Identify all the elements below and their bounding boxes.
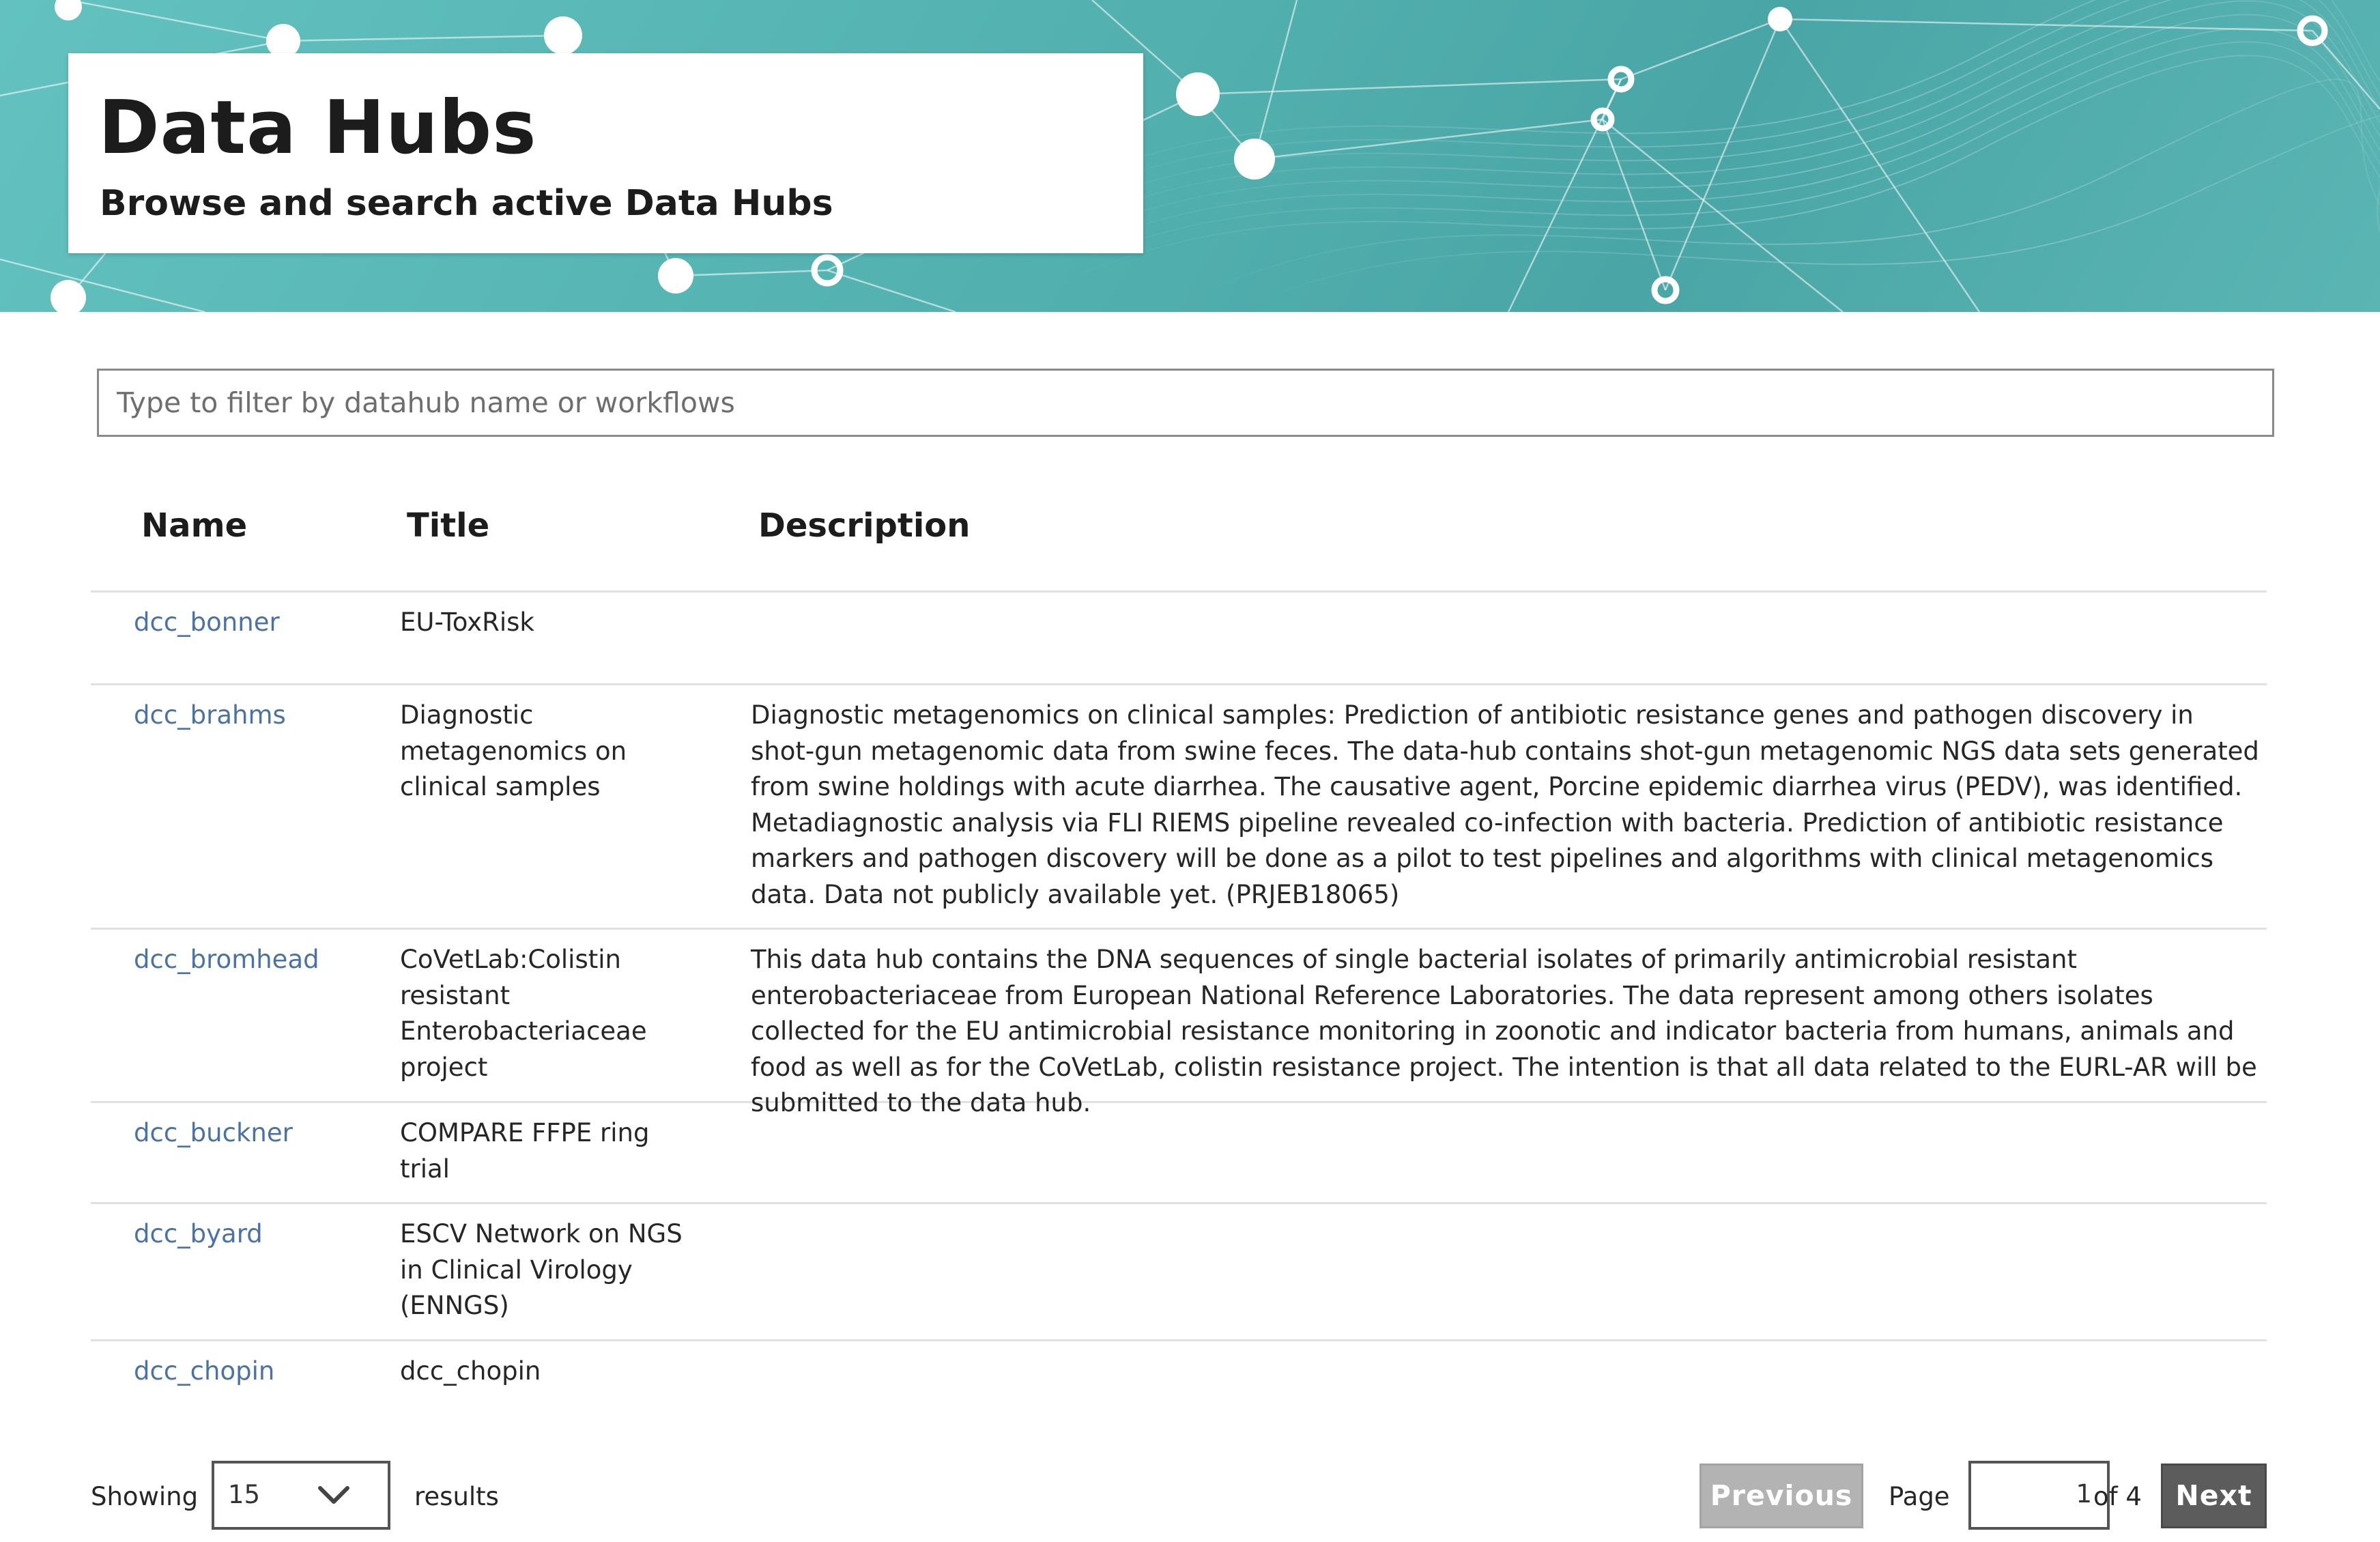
datahub-name-link[interactable]: dcc_chopin bbox=[134, 1356, 274, 1386]
datahubs-table: Name Title Description dcc_bonner EU-Tox… bbox=[91, 471, 2267, 1410]
table-row: dcc_byard ESCV Network on NGS in Clinica… bbox=[91, 1204, 2267, 1341]
table-row: dcc_chopin dcc_chopin bbox=[91, 1341, 2267, 1410]
datahub-name-link[interactable]: dcc_brahms bbox=[134, 700, 286, 730]
table-header: Name Title Description bbox=[91, 471, 2267, 592]
datahub-name-link[interactable]: dcc_bonner bbox=[134, 608, 280, 637]
page-title: Data Hubs bbox=[98, 85, 537, 171]
datahub-title: Diagnostic metagenomics on clinical samp… bbox=[400, 700, 627, 801]
chevron-down-icon bbox=[318, 1486, 349, 1504]
page-header-card: Data Hubs Browse and search active Data … bbox=[68, 53, 1143, 253]
page-number-input[interactable]: 1 bbox=[1968, 1461, 2110, 1530]
page-size-value: 15 bbox=[228, 1480, 261, 1509]
datahub-name-link[interactable]: dcc_bromhead bbox=[134, 945, 319, 974]
hero-banner: Data Hubs Browse and search active Data … bbox=[0, 0, 2380, 312]
table-row: dcc_bonner EU-ToxRisk bbox=[91, 592, 2267, 685]
page-label: Page bbox=[1889, 1482, 1950, 1511]
datahub-title: ESCV Network on NGS in Clinical Virology… bbox=[400, 1219, 683, 1320]
datahub-title: CoVetLab:Colistin resistant Enterobacter… bbox=[400, 945, 647, 1082]
previous-page-button[interactable]: Previous bbox=[1700, 1464, 1863, 1528]
datahub-title: EU-ToxRisk bbox=[400, 608, 534, 637]
datahub-filter-input[interactable] bbox=[97, 369, 2274, 437]
column-header-description[interactable]: Description bbox=[758, 506, 970, 545]
page-count-label: of 4 bbox=[2093, 1482, 2142, 1511]
results-label: results bbox=[414, 1482, 499, 1511]
datahub-description: Diagnostic metagenomics on clinical samp… bbox=[751, 700, 2259, 909]
datahub-description: This data hub contains the DNA sequences… bbox=[751, 945, 2257, 1117]
page-size-select[interactable]: 15 bbox=[212, 1461, 390, 1530]
column-header-name[interactable]: Name bbox=[141, 506, 247, 545]
datahub-name-link[interactable]: dcc_byard bbox=[134, 1219, 263, 1248]
datahub-name-link[interactable]: dcc_buckner bbox=[134, 1118, 293, 1147]
table-row: dcc_brahms Diagnostic metagenomics on cl… bbox=[91, 685, 2267, 930]
column-header-title[interactable]: Title bbox=[407, 506, 489, 545]
table-row: dcc_bromhead CoVetLab:Colistin resistant… bbox=[91, 930, 2267, 1117]
table-row: dcc_buckner COMPARE FFPE ring trial bbox=[91, 1103, 2267, 1204]
datahub-title: COMPARE FFPE ring trial bbox=[400, 1118, 650, 1184]
next-page-button[interactable]: Next bbox=[2161, 1464, 2267, 1528]
datahub-title: dcc_chopin bbox=[400, 1356, 541, 1386]
showing-label: Showing bbox=[91, 1482, 199, 1511]
page-subtitle: Browse and search active Data Hubs bbox=[100, 183, 833, 224]
